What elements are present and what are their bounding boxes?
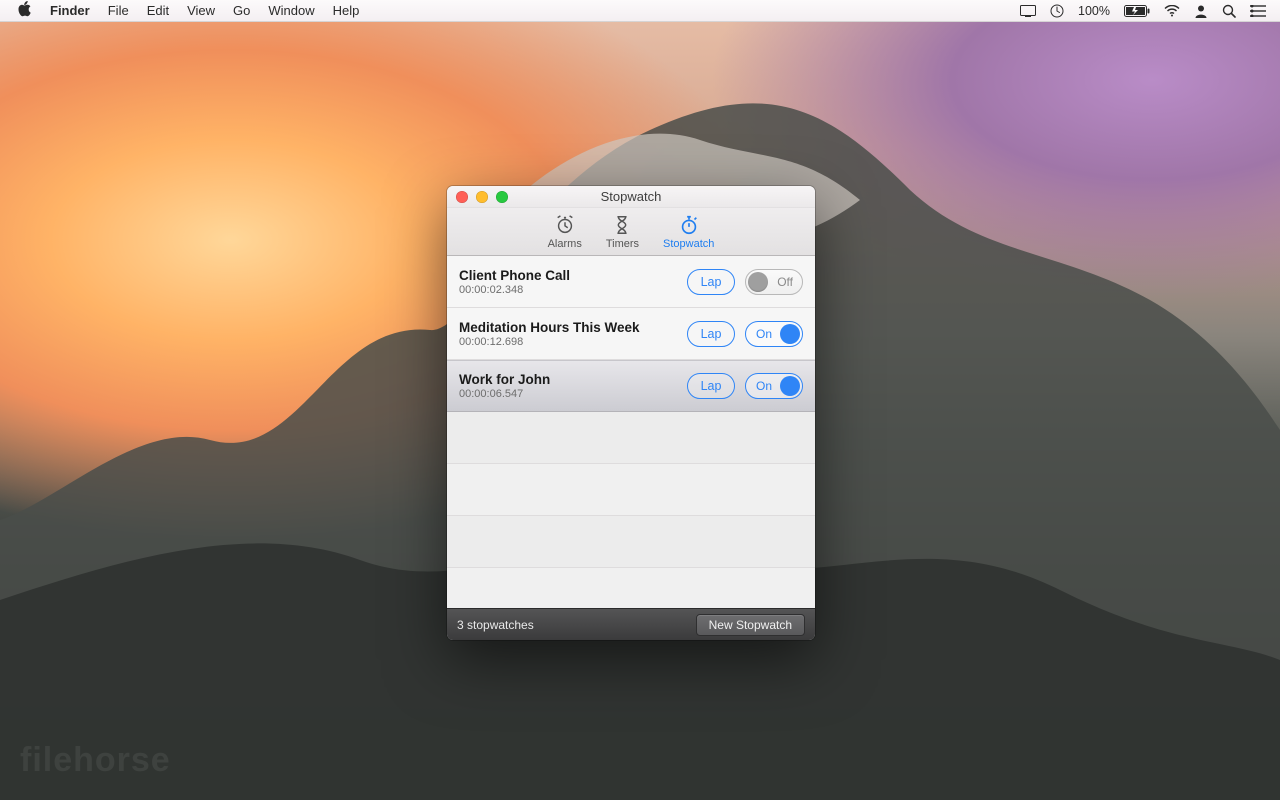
tab-label: Alarms — [548, 238, 582, 250]
stopwatch-list: Client Phone Call 00:00:02.348 Lap Off M… — [447, 256, 815, 608]
toggle-knob — [748, 272, 768, 292]
menubar-item-view[interactable]: View — [187, 3, 215, 18]
tab-label: Stopwatch — [663, 238, 714, 250]
tab-label: Timers — [606, 238, 639, 250]
apple-icon[interactable] — [18, 1, 32, 20]
empty-row — [447, 412, 815, 464]
lap-button[interactable]: Lap — [687, 321, 735, 347]
stopwatch-label: Meditation Hours This Week — [459, 320, 640, 335]
alarm-clock-icon — [554, 214, 576, 236]
empty-row — [447, 464, 815, 516]
menubar-app-name[interactable]: Finder — [50, 3, 90, 18]
empty-row — [447, 568, 815, 608]
toggle-label: On — [756, 327, 772, 341]
window-zoom-button[interactable] — [496, 191, 508, 203]
stopwatch-time: 00:00:06.547 — [459, 388, 550, 400]
toggle-knob — [780, 376, 800, 396]
menubar-item-go[interactable]: Go — [233, 3, 250, 18]
run-toggle[interactable]: On — [745, 321, 803, 347]
menubar-item-window[interactable]: Window — [268, 3, 314, 18]
hourglass-icon — [611, 214, 633, 236]
menubar-item-file[interactable]: File — [108, 3, 129, 18]
desktop: Finder File Edit View Go Window Help 100… — [0, 0, 1280, 800]
tab-stopwatch[interactable]: Stopwatch — [663, 214, 714, 250]
status-text: 3 stopwatches — [457, 618, 534, 632]
run-toggle[interactable]: On — [745, 373, 803, 399]
stopwatch-row[interactable]: Meditation Hours This Week 00:00:12.698 … — [447, 308, 815, 360]
battery-icon[interactable] — [1124, 5, 1150, 17]
display-icon[interactable] — [1020, 5, 1036, 17]
toolbar: Alarms Timers Stopwatch — [447, 208, 815, 256]
stopwatch-time: 00:00:02.348 — [459, 284, 570, 296]
stopwatch-row[interactable]: Client Phone Call 00:00:02.348 Lap Off — [447, 256, 815, 308]
stopwatch-row[interactable]: Work for John 00:00:06.547 Lap On — [447, 360, 815, 412]
statusbar: 3 stopwatches New Stopwatch — [447, 608, 815, 640]
stopwatch-label: Client Phone Call — [459, 268, 570, 283]
lap-button[interactable]: Lap — [687, 373, 735, 399]
stopwatch-time: 00:00:12.698 — [459, 336, 640, 348]
new-stopwatch-button[interactable]: New Stopwatch — [696, 614, 805, 636]
stopwatch-label: Work for John — [459, 372, 550, 387]
toggle-knob — [780, 324, 800, 344]
window-minimize-button[interactable] — [476, 191, 488, 203]
empty-row — [447, 516, 815, 568]
tab-timers[interactable]: Timers — [606, 214, 639, 250]
menubar: Finder File Edit View Go Window Help 100… — [0, 0, 1280, 22]
stopwatch-window: Stopwatch Alarms Timers Stopwatch — [447, 186, 815, 640]
lap-button[interactable]: Lap — [687, 269, 735, 295]
battery-percent[interactable]: 100% — [1078, 4, 1110, 18]
user-icon[interactable] — [1194, 4, 1208, 18]
menubar-item-help[interactable]: Help — [333, 3, 360, 18]
titlebar[interactable]: Stopwatch — [447, 186, 815, 208]
spotlight-icon[interactable] — [1222, 4, 1236, 18]
clock-icon[interactable] — [1050, 4, 1064, 18]
toggle-label: Off — [777, 275, 793, 289]
window-close-button[interactable] — [456, 191, 468, 203]
wifi-icon[interactable] — [1164, 5, 1180, 17]
notification-center-icon[interactable] — [1250, 5, 1266, 17]
toggle-label: On — [756, 379, 772, 393]
watermark: filehorse — [20, 741, 171, 780]
tab-alarms[interactable]: Alarms — [548, 214, 582, 250]
menubar-item-edit[interactable]: Edit — [147, 3, 169, 18]
run-toggle[interactable]: Off — [745, 269, 803, 295]
stopwatch-icon — [678, 214, 700, 236]
